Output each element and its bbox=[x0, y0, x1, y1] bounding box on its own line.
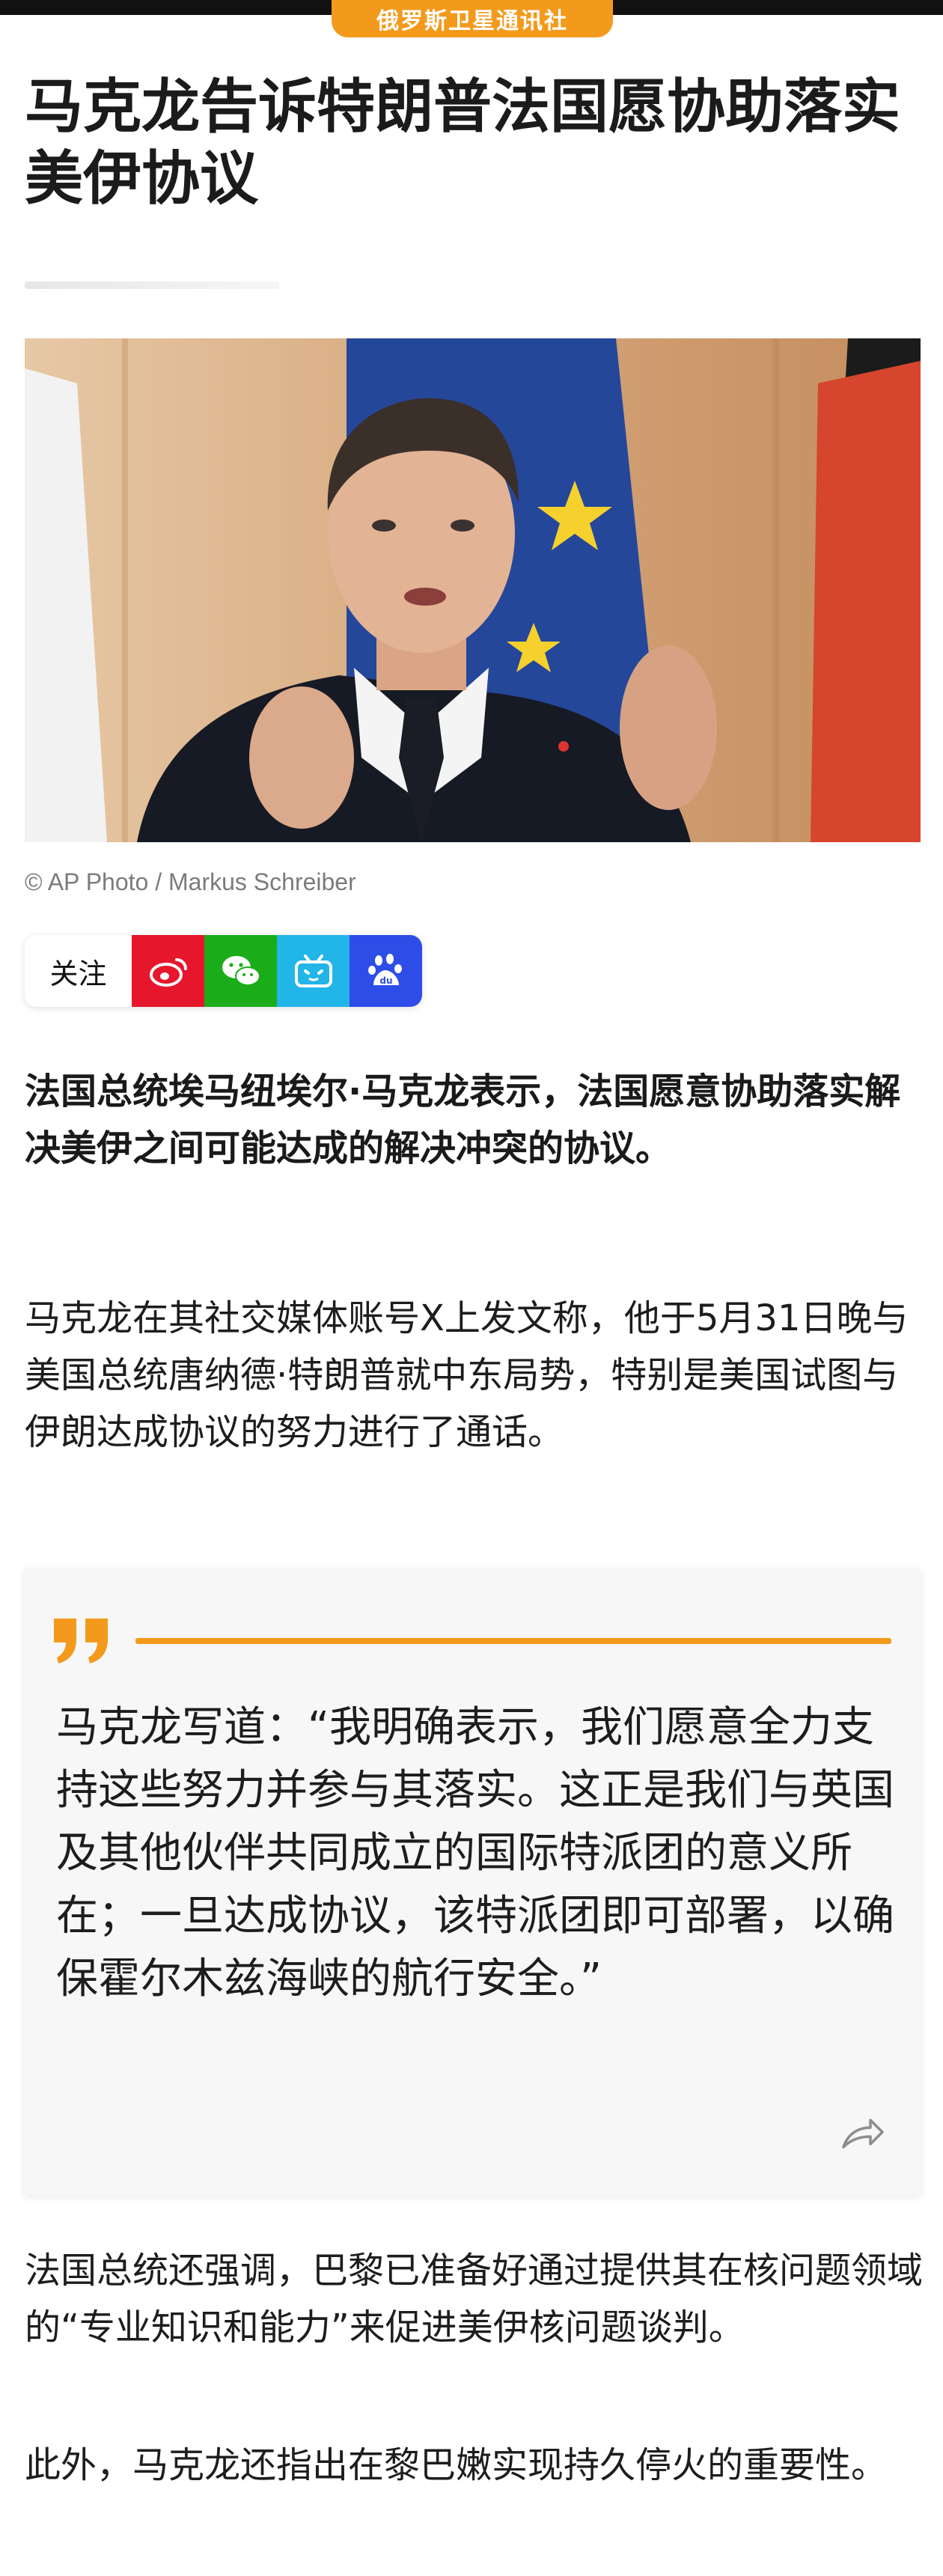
baidu-icon: du bbox=[367, 954, 402, 986]
source-label[interactable]: 俄罗斯卫星通讯社 bbox=[332, 0, 613, 37]
baidu-share-button[interactable]: du bbox=[350, 935, 422, 1007]
share-bar: 关注 du bbox=[25, 935, 422, 1007]
article-paragraph-3: 此外，马克龙还指出在黎巴嫩实现持久停火的重要性。 bbox=[25, 2444, 888, 2486]
weibo-share-button[interactable] bbox=[132, 935, 204, 1007]
quote-mark-icon bbox=[54, 1619, 108, 1663]
article-paragraph-1: 马克龙在其社交媒体账号X上发文称，他于5月31日晚与美国总统唐纳德·特朗普就中东… bbox=[25, 1297, 909, 1453]
meta-placeholder-line bbox=[25, 281, 279, 289]
quote-block: 马克龙写道：“我明确表示，我们愿意全力支持这些努力并参与其落实。这正是我们与英国… bbox=[25, 1569, 921, 2195]
bilibili-icon bbox=[294, 954, 332, 987]
article-lead: 法国总统埃马纽埃尔·马克龙表示，法国愿意协助落实解决美伊之间可能达成的解决冲突的… bbox=[25, 1071, 901, 1169]
weibo-icon bbox=[149, 958, 187, 987]
article-headline: 马克龙告诉特朗普法国愿协助落实美伊协议 bbox=[25, 73, 901, 213]
article-paragraph-2: 法国总统还强调，巴黎已准备好通过提供其在核问题领域的“专业知识和能力”来促进美伊… bbox=[25, 2250, 924, 2348]
share-arrow-icon[interactable] bbox=[840, 2116, 885, 2152]
article-photo bbox=[25, 338, 921, 842]
bilibili-share-button[interactable] bbox=[277, 935, 350, 1007]
follow-button[interactable]: 关注 bbox=[25, 935, 132, 1007]
quote-accent-line bbox=[135, 1638, 891, 1644]
photo-credit: © AP Photo / Markus Schreiber bbox=[25, 868, 356, 895]
quote-text: 马克龙写道：“我明确表示，我们愿意全力支持这些努力并参与其落实。这正是我们与英国… bbox=[56, 1703, 894, 2003]
photo-illustration bbox=[25, 338, 921, 842]
wechat-icon bbox=[222, 956, 260, 986]
svg-text:du: du bbox=[379, 975, 392, 986]
wechat-share-button[interactable] bbox=[204, 935, 277, 1007]
